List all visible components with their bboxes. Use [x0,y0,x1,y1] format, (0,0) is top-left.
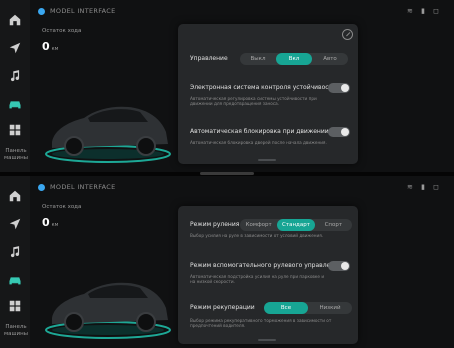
car-illustration [45,282,171,339]
option-sport[interactable]: Спорт [315,219,352,231]
divider-handle [200,172,254,175]
car-illustration [45,106,171,163]
vehicle-settings-screen-2: Панель машины MODEL INTERFACE ≋ ▮ ◻ Оста… [0,176,454,348]
vehicle-settings-screen-1: Панель машины MODEL INTERFACE ≋ ▮ ◻ Оста… [0,0,454,172]
apps-grid-icon [9,124,21,136]
sidebar-item-vehicle[interactable] [5,270,25,290]
range-readout: 0 км [42,216,58,229]
status-title: MODEL INTERFACE [50,183,116,191]
status-title: MODEL INTERFACE [50,7,116,15]
range-value: 0 [42,40,50,53]
range-unit: км [51,222,59,228]
settings-panel: Управление Выкл Вкл Авто Электронная сис… [178,24,358,164]
regen-mode-selector[interactable]: Все Низкий [264,302,352,314]
sidebar-item-music[interactable] [5,66,25,86]
steering-label: Управление [190,55,228,62]
scroll-indicator [258,159,276,161]
sidebar-item-apps[interactable] [5,296,25,316]
car-icon [9,101,21,109]
settings-panel: Режим руления Комфорт Стандарт Спорт Выб… [178,206,358,344]
sidebar-label: Панель машины [3,148,29,161]
music-note-icon [10,246,20,258]
apps-grid-icon [9,300,21,312]
scroll-indicator [258,339,276,341]
car-icon [9,277,21,285]
sidebar-item-home[interactable] [5,10,25,30]
stability-control-toggle[interactable] [328,83,350,93]
sidebar-item-navigation[interactable] [5,38,25,58]
home-icon [9,190,21,202]
sidebar: Панель машины [0,0,30,172]
assist-steering-label: Режим вспомогательного рулевого управлен… [190,262,342,269]
range-value: 0 [42,216,50,229]
steering-mode-desc: Выбор усилия на руле в зависимости от ус… [190,233,324,238]
option-on[interactable]: Вкл [276,53,312,65]
sidebar-label: Панель машины [3,324,29,337]
profile-icon[interactable] [38,184,45,191]
status-bar: MODEL INTERFACE ≋ ▮ ◻ [36,182,448,194]
sidebar: Панель машины [0,176,30,348]
option-comfort[interactable]: Комфорт [240,219,277,231]
auto-lock-label: Автоматическая блокировка при движении [190,128,329,135]
regen-mode-desc: Выбор режима рекуперативного торможения … [190,318,332,329]
sidebar-item-home[interactable] [5,186,25,206]
option-low[interactable]: Низкий [308,302,352,314]
steering-mode-label: Режим руления [190,221,240,228]
status-icons: ≋ ▮ ◻ [407,183,442,191]
auto-lock-desc: Автоматическая блокировка дверей после н… [190,140,327,145]
steering-selector[interactable]: Выкл Вкл Авто [240,53,348,65]
sidebar-item-music[interactable] [5,242,25,262]
stability-control-label: Электронная система контроля устойчивост… [190,84,336,91]
sidebar-item-navigation[interactable] [5,214,25,234]
close-icon[interactable] [342,29,353,40]
option-off[interactable]: Выкл [240,53,276,65]
status-bar: MODEL INTERFACE ≋ ▮ ◻ [36,6,448,18]
navigation-arrow-icon [9,218,21,230]
navigation-arrow-icon [9,42,21,54]
range-readout: 0 км [42,40,58,53]
assist-steering-toggle[interactable] [328,261,350,271]
range-label: Остаток хода [42,204,82,210]
status-icons: ≋ ▮ ◻ [407,7,442,15]
option-standard[interactable]: Стандарт [277,219,315,231]
regen-mode-label: Режим рекуперации [190,304,255,311]
auto-lock-toggle[interactable] [328,127,350,137]
home-icon [9,14,21,26]
option-all[interactable]: Все [264,302,308,314]
stability-control-desc: Автоматическая регулировка системы устой… [190,96,317,107]
sidebar-item-vehicle[interactable] [5,94,25,114]
profile-icon[interactable] [38,8,45,15]
sidebar-item-apps[interactable] [5,120,25,140]
assist-steering-desc: Автоматическая подстройка усилия на руле… [190,274,325,285]
range-label: Остаток хода [42,28,82,34]
range-unit: км [51,46,59,52]
option-auto[interactable]: Авто [312,53,348,65]
steering-mode-selector[interactable]: Комфорт Стандарт Спорт [240,219,352,231]
music-note-icon [10,70,20,82]
